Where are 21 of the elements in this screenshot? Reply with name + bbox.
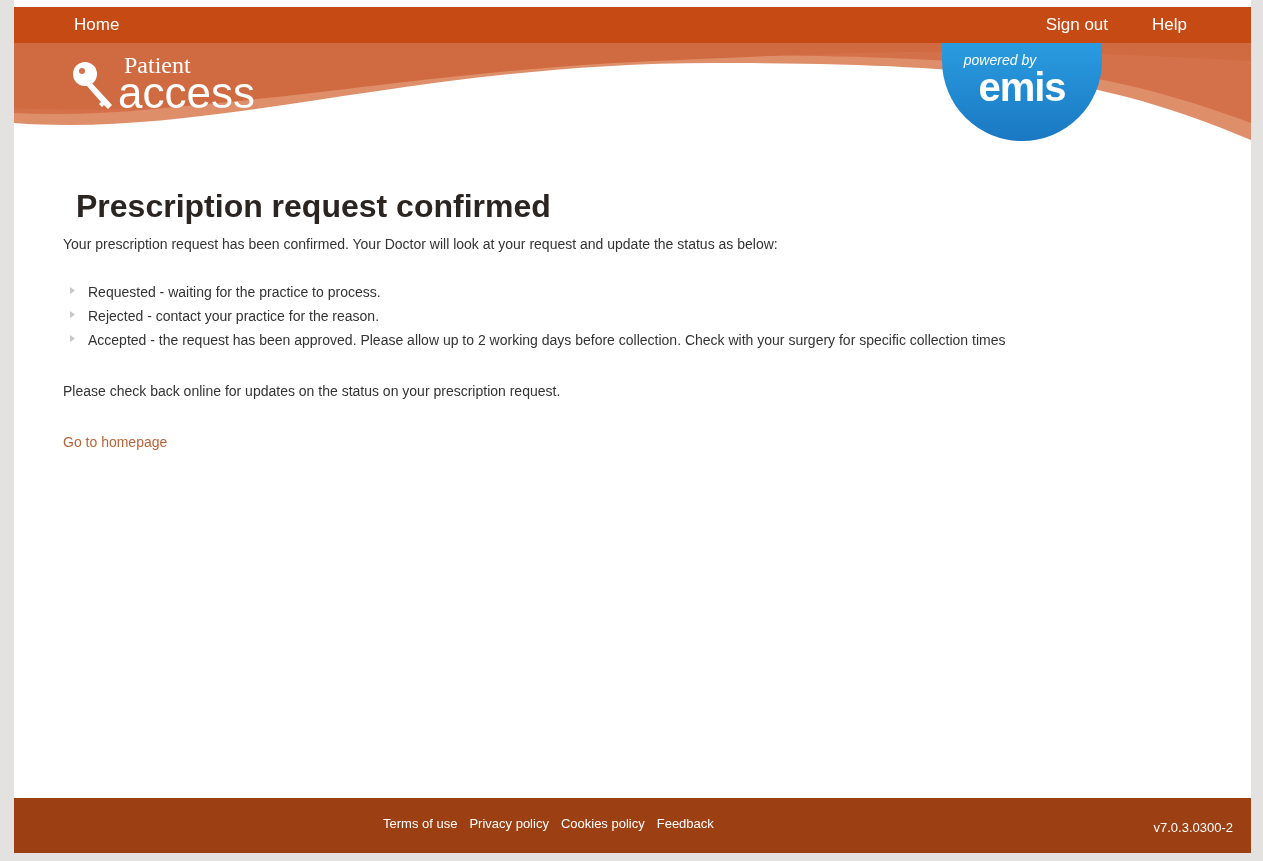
status-item: Requested - waiting for the practice to process. bbox=[88, 283, 381, 302]
nav-link[interactable]: Home bbox=[74, 12, 120, 38]
logo-text: Patient bbox=[124, 53, 192, 77]
bullet-icon bbox=[70, 311, 75, 318]
nav-link[interactable]: Help bbox=[1152, 12, 1187, 38]
info-text: Please check back online for updates on the status on your prescription request. bbox=[63, 382, 562, 401]
nav-link[interactable]: Sign out bbox=[1045, 12, 1109, 38]
footer-link[interactable]: Feedback bbox=[656, 813, 714, 834]
homepage-link[interactable]: Go to homepage bbox=[63, 432, 168, 453]
page-heading: Prescription request confirmed bbox=[76, 187, 552, 226]
footer-link[interactable]: Cookies policy bbox=[560, 813, 645, 834]
badge-caption: powered by bbox=[963, 53, 1037, 67]
status-item: Rejected - contact your practice for the reason. bbox=[88, 307, 380, 326]
intro-text: Your prescription request has been confirmed. Your Doctor will look at your request and update the status as below: bbox=[63, 235, 779, 254]
bullet-icon bbox=[70, 335, 75, 342]
status-item: Accepted - the request has been approved. Please allow up to 2 working days before collection. Check with your surgery for specific collection times bbox=[88, 331, 1006, 350]
badge-logo-text: emis bbox=[978, 67, 1066, 107]
footer-link[interactable]: Privacy policy bbox=[469, 813, 549, 834]
footer-link[interactable]: Terms of use bbox=[383, 813, 458, 834]
bullet-icon bbox=[70, 287, 75, 294]
version-text: v7.0.3.0300-2 bbox=[1153, 818, 1233, 837]
